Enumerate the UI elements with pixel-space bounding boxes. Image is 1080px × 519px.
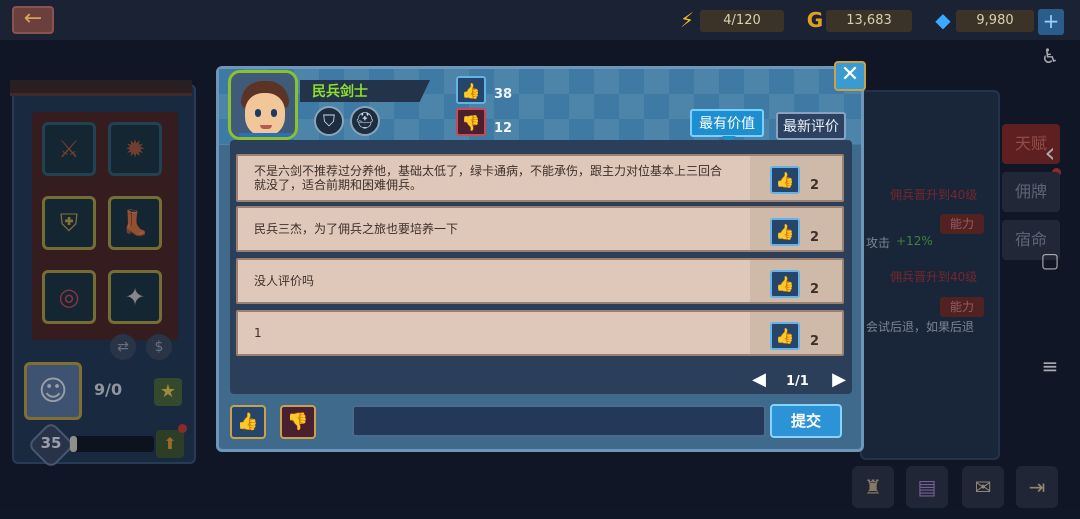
page-indicator: 1/1: [786, 374, 809, 389]
review-like-count: 2: [810, 230, 820, 245]
gold-counter: 13,683: [826, 10, 912, 32]
dislike-hero-button[interactable]: 👎: [280, 405, 316, 439]
add-gems-button[interactable]: +: [1038, 9, 1064, 35]
gem-icon: ◆: [935, 8, 951, 32]
review-like-button[interactable]: 👍: [770, 322, 800, 350]
review-text: 民兵三杰，为了佣兵之旅也要培养一下: [254, 222, 459, 236]
review-text: 1: [254, 326, 262, 340]
review-row: 1 👍 2: [236, 310, 844, 356]
gem-counter: 9,980: [956, 10, 1034, 32]
thumbs-up-icon: 👍: [456, 76, 486, 104]
review-row: 民兵三杰，为了佣兵之旅也要培养一下 👍 2: [236, 206, 844, 252]
review-text: 没人评价吗: [254, 274, 315, 288]
review-like-count: 2: [810, 334, 820, 349]
submit-button[interactable]: 提交: [770, 404, 842, 438]
dislike-count: 12: [494, 121, 513, 136]
tab-newest[interactable]: 最新评价: [776, 112, 846, 140]
like-hero-button[interactable]: 👍: [230, 405, 266, 439]
review-like-count: 2: [810, 282, 820, 297]
hero-portrait: [228, 70, 298, 140]
helmet-class-icon: ⛑: [350, 106, 380, 136]
review-text: 不是六剑不推荐过分养他，基础太低了，绿卡通病，不能承伤，跟主力对位基本上三回合就…: [254, 164, 723, 192]
top-bar: [0, 0, 1080, 40]
review-like-button[interactable]: 👍: [770, 166, 800, 194]
prev-page-icon[interactable]: ◀: [750, 369, 768, 391]
review-row: 没人评价吗 👍 2: [236, 258, 844, 304]
comment-input[interactable]: [352, 405, 766, 437]
gold-coin-icon: G: [806, 8, 824, 32]
warrior-class-icon: ⛉: [314, 106, 344, 136]
energy-icon: ⚡: [679, 8, 695, 32]
next-page-icon[interactable]: ▶: [830, 369, 848, 391]
like-count: 38: [494, 87, 513, 102]
review-row: 不是六剑不推荐过分养他，基础太低了，绿卡通病，不能承伤，跟主力对位基本上三回合就…: [236, 154, 844, 202]
thumbs-down-icon: 👎: [456, 108, 486, 136]
close-button[interactable]: ✕: [834, 61, 866, 91]
back-button[interactable]: ←: [12, 6, 54, 34]
hero-name: 民兵剑士: [312, 84, 368, 100]
review-like-button[interactable]: 👍: [770, 270, 800, 298]
energy-counter: 4/120: [700, 10, 784, 32]
review-like-count: 2: [810, 178, 820, 193]
tab-most-valuable[interactable]: 最有价值: [690, 109, 764, 143]
review-like-button[interactable]: 👍: [770, 218, 800, 246]
